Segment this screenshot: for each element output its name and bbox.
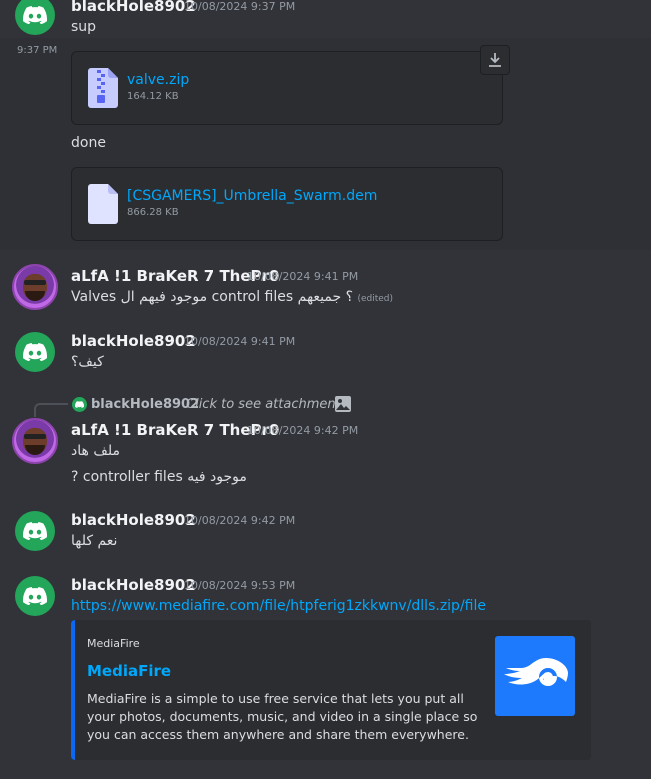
message-author[interactable]: blackHole8902 <box>71 511 196 529</box>
message-text: sup <box>71 19 97 35</box>
discord-logo-icon <box>23 6 47 24</box>
file-name-link[interactable]: valve.zip <box>127 72 189 88</box>
side-timestamp: 9:37 PM <box>17 45 58 56</box>
message-timestamp: 10/08/2024 9:42 PM <box>247 424 359 437</box>
zip-file-icon <box>88 68 118 108</box>
avatar[interactable] <box>15 332 55 372</box>
file-attachment[interactable]: valve.zip 164.12 KB <box>71 51 503 125</box>
discord-logo-icon <box>75 401 84 408</box>
download-icon <box>489 53 501 67</box>
reply-author[interactable]: blackHole8902 <box>91 397 199 412</box>
link-embed[interactable]: MediaFire MediaFire MediaFire is a simpl… <box>71 620 591 760</box>
avatar[interactable] <box>15 511 55 551</box>
avatar[interactable] <box>12 418 58 464</box>
avatar[interactable] <box>15 0 55 35</box>
mediafire-link[interactable]: https://www.mediafire.com/file/htpferig1… <box>71 598 486 614</box>
mediafire-logo-icon <box>504 658 568 686</box>
edited-label: (edited) <box>357 294 394 304</box>
embed-thumbnail[interactable] <box>495 636 575 716</box>
avatar[interactable] <box>15 576 55 616</box>
image-icon <box>335 396 351 412</box>
message-timestamp: 10/08/2024 9:37 PM <box>184 0 296 13</box>
file-size: 164.12 KB <box>127 91 179 102</box>
file-size: 866.28 KB <box>127 207 179 218</box>
reply-preview[interactable]: Click to see attachment <box>186 397 341 412</box>
message-body: Valves موجود فيهم ال control files ؟ جمي… <box>71 289 354 305</box>
embed-description: MediaFire is a simple to use free servic… <box>87 691 478 742</box>
message-timestamp: 10/08/2024 9:42 PM <box>184 514 296 527</box>
file-name-link[interactable]: [CSGAMERS]_Umbrella_Swarm.dem <box>127 188 377 204</box>
message-timestamp: 10/08/2024 9:41 PM <box>247 270 359 283</box>
message-text: done <box>71 135 106 151</box>
message-text: كيف؟ <box>71 354 104 370</box>
message-timestamp: 10/08/2024 9:41 PM <box>184 335 296 348</box>
reply-connector <box>34 403 68 417</box>
embed-title[interactable]: MediaFire <box>87 662 171 680</box>
reply-avatar[interactable] <box>72 397 87 412</box>
file-icon <box>88 184 118 224</box>
discord-logo-icon <box>23 343 47 361</box>
message-text: ملف هاد <box>71 443 120 459</box>
discord-logo-icon <box>23 587 47 605</box>
message-author[interactable]: blackHole8902 <box>71 0 196 15</box>
message-text: نعم كلها <box>71 533 118 549</box>
discord-logo-icon <box>23 522 47 540</box>
embed-provider[interactable]: MediaFire <box>87 637 140 650</box>
avatar[interactable] <box>12 264 58 310</box>
file-attachment[interactable]: [CSGAMERS]_Umbrella_Swarm.dem 866.28 KB <box>71 167 503 241</box>
download-button[interactable] <box>480 45 510 75</box>
message-author[interactable]: blackHole8902 <box>71 576 196 594</box>
message-text: ? controller files موجود فيه <box>71 469 247 485</box>
message-timestamp: 10/08/2024 9:53 PM <box>184 579 296 592</box>
message-author[interactable]: blackHole8902 <box>71 332 196 350</box>
message-text: Valves موجود فيهم ال control files ؟ جمي… <box>71 289 393 305</box>
